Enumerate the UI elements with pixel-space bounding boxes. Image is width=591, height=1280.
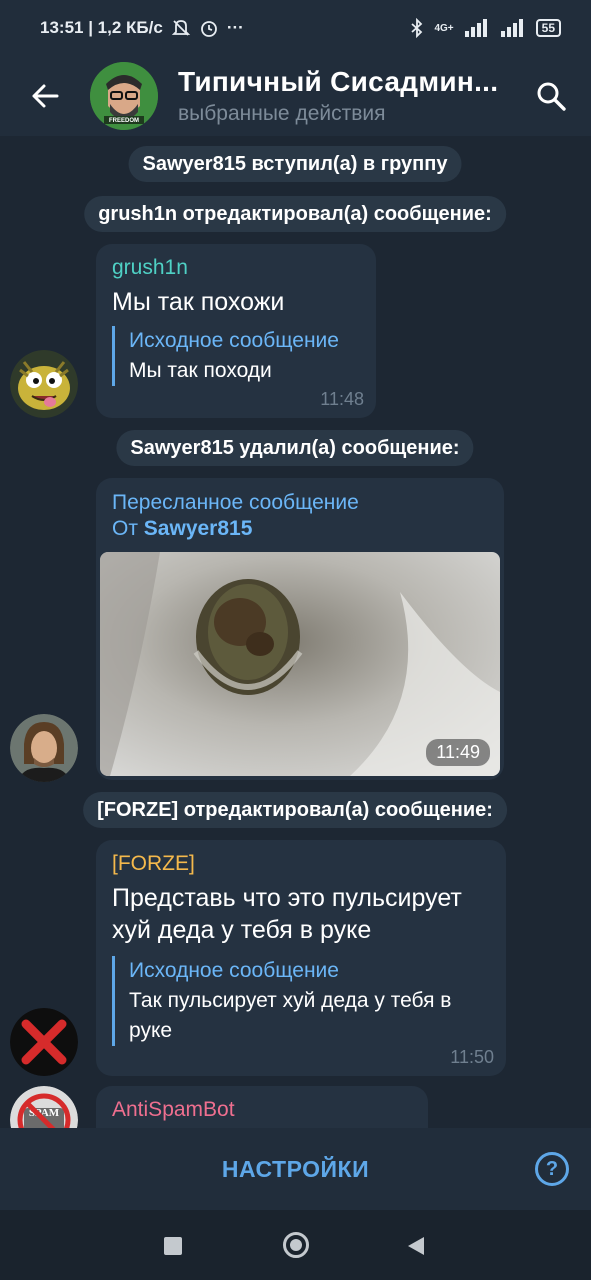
- home-button[interactable]: [283, 1232, 309, 1258]
- service-message-deleted: Sawyer815 удалил(а) сообщение:: [116, 430, 474, 466]
- message-text-line1: Представь что это пульсирует: [112, 884, 462, 912]
- recents-button[interactable]: [164, 1237, 182, 1255]
- message-text: Мы так похожи: [112, 288, 285, 316]
- service-message-joined: Sawyer815 вступил(а) в группу: [128, 146, 462, 182]
- back-button[interactable]: [0, 56, 90, 136]
- service-message-edited-forze: [FORZE] отредактировал(а) сообщение:: [83, 792, 507, 828]
- status-more: ···: [226, 18, 244, 37]
- signal-icon-2: [500, 19, 523, 37]
- search-icon: [537, 82, 566, 111]
- bottom-bar: НАСТРОЙКИ ?: [0, 1128, 591, 1210]
- chat-area[interactable]: Sawyer815 вступил(а) в группу grush1n от…: [0, 136, 591, 1128]
- avatar-sawyer815[interactable]: [10, 714, 78, 782]
- message-bubble-antispambot[interactable]: AntiSpamBot: [96, 1086, 428, 1128]
- chat-subtitle: выбранные действия: [178, 102, 386, 125]
- avatar-caption: FREEDOM: [109, 118, 139, 124]
- battery-icon: 55: [535, 19, 561, 37]
- forwarded-label: Пересланное сообщение: [112, 491, 359, 514]
- search-button[interactable]: [511, 56, 591, 136]
- system-nav-bar: [0, 1210, 591, 1280]
- forwarded-from[interactable]: От Sawyer815: [112, 516, 359, 542]
- mute-icon: [171, 20, 190, 36]
- quote-text-line1: Так пульсирует хуй деда у тебя в: [129, 989, 452, 1012]
- quote-title: Исходное сообщение: [129, 329, 339, 352]
- sender-name[interactable]: AntiSpamBot: [112, 1098, 235, 1122]
- back-nav-icon[interactable]: [406, 1235, 426, 1257]
- forwarded-message-bubble[interactable]: Пересланное сообщение От Sawyer815 11:49: [96, 478, 504, 780]
- original-message-quote: Исходное сообщение Мы так походи: [112, 326, 339, 386]
- message-time: 11:48: [320, 389, 364, 409]
- quote-text-line2: руке: [129, 1019, 173, 1042]
- forwarded-from-name[interactable]: Sawyer815: [144, 517, 253, 540]
- arrow-left-icon: [32, 84, 59, 108]
- status-time: 13:51 | 1,2 КБ/с: [40, 18, 163, 37]
- signal-icon: [464, 19, 487, 37]
- bluetooth-icon: [411, 18, 423, 38]
- message-text-line2: хуй деда у тебя в руке: [112, 916, 372, 944]
- quote-text: Мы так походи: [129, 359, 272, 382]
- sender-name[interactable]: [FORZE]: [112, 852, 462, 876]
- group-avatar[interactable]: FREEDOM: [90, 62, 158, 130]
- photo-time: 11:49: [426, 739, 490, 766]
- alarm-icon: [200, 21, 217, 37]
- service-message-edited: grush1n отредактировал(а) сообщение:: [84, 196, 506, 232]
- sender-name[interactable]: grush1n: [112, 256, 339, 280]
- quote-title: Исходное сообщение: [129, 959, 339, 982]
- chat-title[interactable]: Типичный Сисадмин...: [178, 66, 511, 98]
- network-type: 4G+: [434, 22, 454, 34]
- avatar-antispambot[interactable]: SPAM: [10, 1086, 78, 1128]
- original-message-quote: Исходное сообщение Так пульсирует хуй де…: [112, 956, 462, 1046]
- message-time: 11:50: [450, 1047, 494, 1067]
- message-bubble-grush1n[interactable]: grush1n Мы так похожи Исходное сообщение…: [96, 244, 376, 418]
- avatar-forze[interactable]: [10, 1008, 78, 1076]
- status-bar: 13:51 | 1,2 КБ/с ··· 4G+ 55: [0, 0, 591, 56]
- chat-header: FREEDOM Типичный Сисадмин... выбранные д…: [0, 56, 591, 136]
- settings-button[interactable]: НАСТРОЙКИ: [222, 1156, 369, 1183]
- photo-attachment[interactable]: 11:49: [100, 552, 500, 776]
- forwarded-from-prefix: От: [112, 517, 138, 540]
- message-bubble-forze[interactable]: [FORZE] Представь что это пульсирует хуй…: [96, 840, 506, 1076]
- help-icon[interactable]: ?: [535, 1152, 569, 1186]
- avatar-grush1n[interactable]: [10, 350, 78, 418]
